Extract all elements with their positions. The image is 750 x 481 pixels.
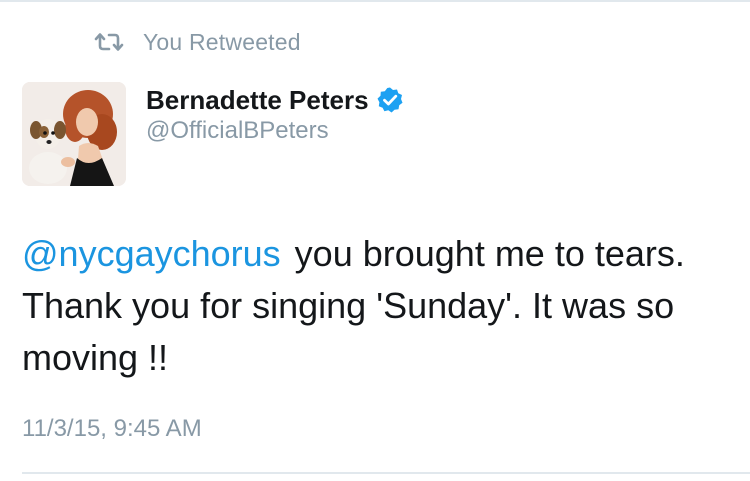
retweet-label: You Retweeted [143, 28, 301, 55]
author-name-row[interactable]: Bernadette Peters [146, 82, 404, 118]
retweet-context: You Retweeted [92, 26, 301, 58]
tweet-page: You Retweeted Bernadette Peters @Officia… [0, 0, 750, 481]
avatar[interactable] [22, 82, 126, 186]
tweet-text: @nycgaychorus you brought me to tears. Th… [22, 228, 732, 384]
verified-badge-icon [376, 86, 404, 114]
author-display-name[interactable]: Bernadette Peters [146, 85, 369, 116]
top-divider [0, 0, 750, 2]
bottom-divider [22, 472, 750, 474]
retweet-icon [92, 31, 126, 53]
tweet-timestamp[interactable]: 11/3/15, 9:45 AM [22, 415, 202, 443]
author-handle[interactable]: @OfficialBPeters [146, 117, 329, 145]
mention-link[interactable]: @nycgaychorus [22, 233, 281, 274]
